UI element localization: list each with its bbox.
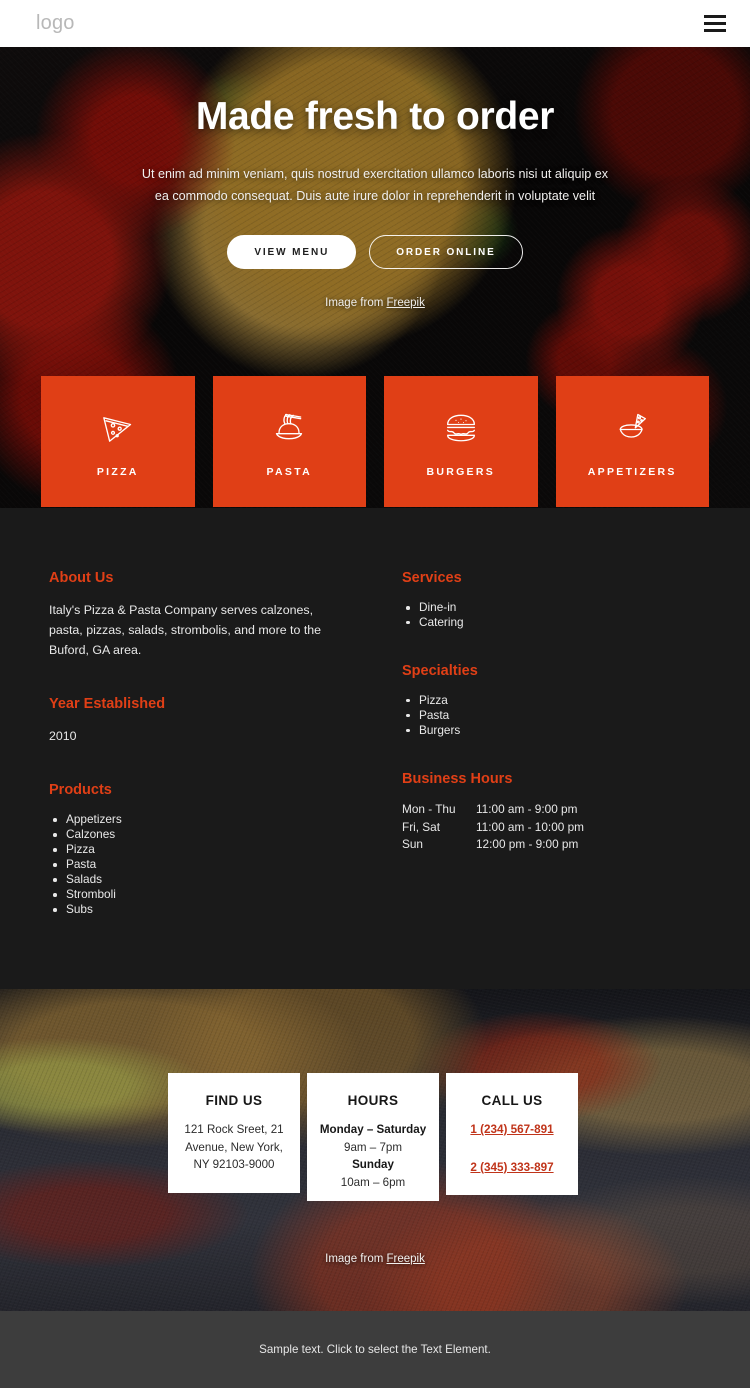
hours-time: 11:00 am - 10:00 pm (476, 819, 584, 834)
category-label: PIZZA (96, 466, 139, 478)
call-us-title: CALL US (481, 1093, 543, 1109)
hamburger-bar (704, 15, 726, 18)
pizza-slice-icon (98, 405, 138, 449)
business-hours-table: Mon - Thu 11:00 am - 9:00 pm Fri, Sat 11… (402, 801, 584, 854)
table-row: Sun 12:00 pm - 9:00 pm (402, 836, 584, 854)
weekday-time: 9am – 7pm (344, 1140, 402, 1154)
hero-content: Made fresh to order Ut enim ad minim ven… (0, 47, 750, 309)
list-item: Pizza (49, 842, 349, 857)
hours-day: Mon - Thu (402, 801, 456, 816)
address-line-3: NY 92103-9000 (193, 1158, 275, 1172)
list-item: Subs (49, 902, 349, 917)
year-established-heading: Year Established (49, 696, 166, 713)
list-item: Calzones (49, 827, 349, 842)
weekend-time: 10am – 6pm (340, 1175, 406, 1189)
pasta-bowl-icon (269, 405, 309, 449)
hamburger-bar (704, 22, 726, 25)
business-info-section: About Us Italy's Pizza & Pasta Company s… (0, 508, 750, 990)
hours-card: HOURS Monday – Saturday 9am – 7pm Sunday… (307, 1073, 439, 1202)
list-item: Pasta (49, 857, 349, 872)
info-grid: About Us Italy's Pizza & Pasta Company s… (49, 570, 701, 917)
hours-title: HOURS (347, 1093, 399, 1109)
site-header: logo (0, 0, 750, 47)
contact-credit-link[interactable]: Freepik (387, 1253, 425, 1265)
list-item: Pasta (402, 708, 694, 723)
contact-credit-prefix: Image from (325, 1253, 387, 1266)
site-footer: Sample text. Click to select the Text El… (0, 1311, 750, 1388)
category-tile-pizza[interactable]: PIZZA (41, 376, 195, 507)
find-us-address: 121 Rock Sreet, 21 Avenue, New York, NY … (180, 1121, 288, 1174)
about-us-heading: About Us (49, 570, 114, 586)
find-us-card: FIND US 121 Rock Sreet, 21 Avenue, New Y… (168, 1073, 300, 1194)
products-list: Appetizers Calzones Pizza Pasta Salads S… (49, 812, 349, 917)
address-line-2: Avenue, New York, (185, 1140, 283, 1154)
about-us-text: Italy's Pizza & Pasta Company serves cal… (49, 603, 322, 658)
hero-section: Made fresh to order Ut enim ad minim ven… (0, 47, 750, 508)
specialties-list: Pizza Pasta Burgers (402, 693, 694, 738)
weekend-label: Sunday (352, 1158, 394, 1172)
list-item: Burgers (402, 723, 694, 738)
burger-icon (441, 405, 481, 449)
products-heading: Products (49, 782, 112, 799)
category-tile-burgers[interactable]: BURGERS (384, 376, 538, 507)
specialties-heading: Specialties (402, 662, 478, 679)
list-item: Salads (49, 872, 349, 887)
category-tile-pasta[interactable]: PASTA (212, 376, 366, 507)
hours-time: 11:00 am - 9:00 pm (476, 801, 578, 816)
table-row: Mon - Thu 11:00 am - 9:00 pm (402, 801, 584, 819)
page-root: logo Made fresh to order Ut enim ad mini… (0, 0, 750, 1388)
hours-time: 12:00 pm - 9:00 pm (476, 837, 579, 852)
services-heading: Services (402, 570, 462, 586)
hours-body: Monday – Saturday 9am – 7pm Sunday 10am … (319, 1121, 427, 1191)
category-label: BURGERS (426, 466, 496, 478)
hero-credit-link[interactable]: Freepik (387, 297, 425, 309)
hours-day: Fri, Sat (402, 819, 441, 834)
list-item: Catering (402, 615, 694, 630)
info-column-left: About Us Italy's Pizza & Pasta Company s… (49, 570, 349, 917)
category-tiles: PIZZA PASTA BURGERS APPETIZERS (41, 376, 709, 507)
find-us-title: FIND US (205, 1093, 263, 1109)
category-label: PASTA (266, 466, 313, 478)
business-hours-heading: Business Hours (402, 770, 513, 787)
contact-section: FIND US 121 Rock Sreet, 21 Avenue, New Y… (0, 989, 750, 1312)
phone-link-secondary[interactable]: 2 (345) 333-897 (458, 1159, 566, 1177)
list-item: Stromboli (49, 887, 349, 902)
hero-title: Made fresh to order (195, 95, 555, 138)
weekday-label: Monday – Saturday (319, 1123, 427, 1137)
phone-link-primary[interactable]: 1 (234) 567-891 (458, 1121, 566, 1139)
call-us-card: CALL US 1 (234) 567-891 2 (345) 333-897 (446, 1073, 578, 1196)
hamburger-bar (704, 29, 726, 32)
list-item: Pizza (402, 693, 694, 708)
category-label: APPETIZERS (587, 466, 677, 478)
year-established-value: 2010 (49, 729, 77, 744)
contact-cards: FIND US 121 Rock Sreet, 21 Avenue, New Y… (168, 1073, 578, 1202)
contact-image-credit: Image from Freepik (0, 1253, 750, 1265)
site-logo[interactable]: logo (36, 12, 75, 35)
list-item: Dine-in (402, 600, 694, 615)
nachos-bowl-icon (612, 405, 652, 449)
hours-day: Sun (402, 837, 423, 852)
hamburger-menu-icon[interactable] (704, 15, 726, 32)
category-tile-appetizers[interactable]: APPETIZERS (555, 376, 709, 507)
order-online-button[interactable]: ORDER ONLINE (369, 234, 523, 269)
hero-credit-prefix: Image from (325, 296, 387, 309)
address-line-1: 121 Rock Sreet, 21 (184, 1123, 284, 1137)
list-item: Appetizers (49, 812, 349, 827)
footer-sample-text[interactable]: Sample text. Click to select the Text El… (259, 1343, 491, 1356)
info-column-right: Services Dine-in Catering Specialties Pi… (394, 570, 694, 917)
hero-subtitle: Ut enim ad minim veniam, quis nostrud ex… (141, 166, 609, 204)
services-list: Dine-in Catering (402, 600, 694, 630)
table-row: Fri, Sat 11:00 am - 10:00 pm (402, 819, 584, 837)
hero-image-credit: Image from Freepik (0, 297, 750, 309)
hero-button-group: VIEW MENU ORDER ONLINE (0, 234, 750, 269)
view-menu-button[interactable]: VIEW MENU (227, 234, 357, 269)
